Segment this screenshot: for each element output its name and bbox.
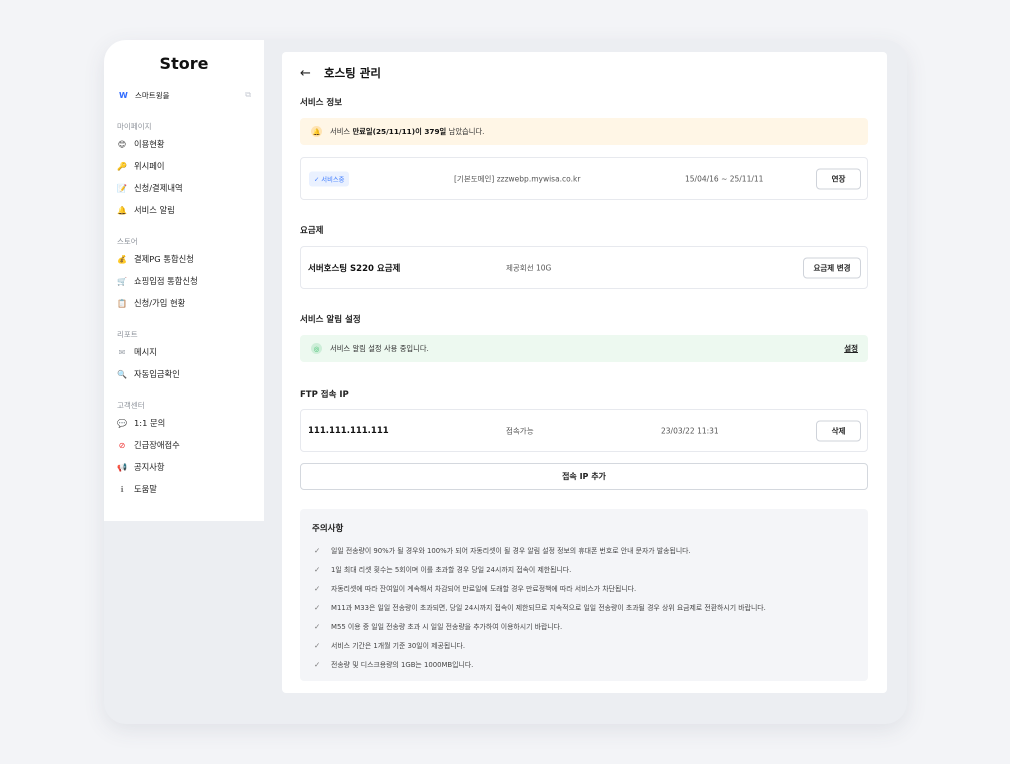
sidebar-item-label: 이용현황 <box>134 139 165 149</box>
add-ip-button[interactable]: 접속 IP 추가 <box>300 463 868 490</box>
sidebar-item-label: 도움말 <box>134 484 157 494</box>
section-store: 스토어 <box>117 237 138 246</box>
note-item: ✓ 전송량 및 디스크용량의 1GB는 1000MB입니다. <box>314 659 474 670</box>
sidebar-item-shopping-apply[interactable]: 🛒 쇼핑입점 통합신청 <box>117 274 198 288</box>
notes-title: 주의사항 <box>312 524 344 534</box>
check-icon: ✓ <box>314 583 321 593</box>
key-icon: 🔑 <box>117 161 127 171</box>
plan-line: 제공회선 10G <box>506 263 552 272</box>
app-window: Store W 스마트윙을 ⧉ 마이페이지 😊 이용현황 🔑 위시페이 📝 신청… <box>104 40 907 724</box>
sidebar-item-auto-deposit[interactable]: 🔍 자동입금확인 <box>117 367 180 381</box>
external-link-icon: ⧉ <box>245 90 251 99</box>
ftp-status: 접속가능 <box>506 426 534 435</box>
sidebar-item-label: 신청/가입 현황 <box>134 298 186 308</box>
delete-ip-button[interactable]: 삭제 <box>816 420 861 441</box>
smartwing-icon: W <box>119 90 128 100</box>
back-arrow-icon[interactable]: ← <box>300 66 318 81</box>
sidebar-item-orders[interactable]: 📝 신청/결제내역 <box>117 181 183 195</box>
service-status-row: ✓ 서비스중 [기본도메인] zzzwebp.mywisa.co.kr 15/0… <box>300 157 868 200</box>
store-logo: Store <box>159 54 209 73</box>
prohibited-icon: ⊘ <box>118 440 126 450</box>
ftp-date: 23/03/22 11:31 <box>661 426 719 435</box>
note-item: ✓ M11과 M33은 일일 전송량이 초과되면, 당일 24시까지 접속이 제한… <box>314 602 766 613</box>
expiry-text: 서비스 만료일(25/11/11)이 379일 남았습니다. <box>330 126 485 136</box>
sidebar-item-label: 결제PG 통합신청 <box>134 254 194 264</box>
alert-settings-banner: ◎ 서비스 알림 설정 사용 중입니다. 설정 <box>300 335 868 362</box>
domain-text: [기본도메인] zzzwebp.mywisa.co.kr <box>454 174 581 183</box>
alert-settings-title: 서비스 알림 설정 <box>300 315 361 325</box>
sidebar-item-usage[interactable]: 😊 이용현황 <box>117 137 165 151</box>
check-icon: ✓ <box>314 602 321 612</box>
section-report: 리포트 <box>117 330 138 339</box>
sidebar-item-label: 자동입금확인 <box>134 369 180 379</box>
plan-name: 서버호스팅 S220 요금제 <box>308 263 401 274</box>
sidebar-item-emergency[interactable]: ⊘ 긴급장애접수 <box>117 438 180 452</box>
memo-icon: 📝 <box>117 183 127 193</box>
check-circle-icon: ◎ <box>311 343 322 354</box>
ftp-ip-row: 111.111.111.111 접속가능 23/03/22 11:31 삭제 <box>300 409 868 452</box>
sidebar-item-signup-status[interactable]: 📋 신청/가입 현황 <box>117 296 185 310</box>
status-badge: ✓ 서비스중 <box>309 171 350 186</box>
check-icon: ✓ <box>314 545 321 555</box>
section-mypage: 마이페이지 <box>117 122 152 131</box>
sidebar-item-label: 1:1 문의 <box>134 418 166 428</box>
hosting-management-panel: ← 호스팅 관리 서비스 정보 🔔 서비스 만료일(25/11/11)이 379… <box>282 52 887 693</box>
sidebar-item-pg-apply[interactable]: 💰 결제PG 통합신청 <box>117 252 194 266</box>
sidebar-item-notices[interactable]: 📢 공지사항 <box>117 460 165 474</box>
info-icon: ℹ <box>120 484 124 494</box>
settings-link[interactable]: 설정 <box>844 343 858 354</box>
check-icon: ✓ <box>314 564 321 574</box>
sidebar-item-label: 위시페이 <box>134 161 165 171</box>
sidebar-item-label: 서비스 알림 <box>134 205 175 215</box>
alert-settings-text: 서비스 알림 설정 사용 중입니다. <box>330 343 429 353</box>
sidebar-item-label: 메시지 <box>134 347 157 357</box>
service-info-title: 서비스 정보 <box>300 98 343 108</box>
note-item: ✓ 서비스 기간은 1개월 기준 30일이 제공됩니다. <box>314 640 466 651</box>
sidebar-item-label: 공지사항 <box>134 462 165 472</box>
note-item: ✓ 일일 전송량이 90%가 될 경우와 100%가 되어 자동리셋이 될 경우 … <box>314 545 691 556</box>
sidebar-item-service-alerts[interactable]: 🔔 서비스 알림 <box>117 203 175 217</box>
plan-title: 요금제 <box>300 226 324 236</box>
sidebar-item-messages[interactable]: ✉ 메시지 <box>117 345 157 359</box>
ftp-title: FTP 접속 IP <box>300 390 349 400</box>
note-item: ✓ 1일 최대 리셋 횟수는 5회이며 이를 초과할 경우 당일 24시까지 접속… <box>314 564 572 575</box>
change-plan-button[interactable]: 요금제 변경 <box>803 257 861 278</box>
note-item: ✓ 자동리셋에 따라 잔여일이 계속해서 차감되어 만료일에 도래할 경우 만료정… <box>314 583 637 594</box>
sidebar: Store W 스마트윙을 ⧉ 마이페이지 😊 이용현황 🔑 위시페이 📝 신청… <box>104 40 264 521</box>
sidebar-item-inquiry[interactable]: 💬 1:1 문의 <box>117 416 165 430</box>
chat-icon: 💬 <box>117 418 127 428</box>
smartwing-link[interactable]: W 스마트윙을 ⧉ <box>119 88 251 102</box>
note-item: ✓ M55 이용 중 일일 전송량 초과 시 일일 전송량을 추가하여 이용하시기… <box>314 621 563 632</box>
envelope-icon: ✉ <box>118 347 126 357</box>
check-icon: ✓ <box>314 640 321 650</box>
sidebar-item-label: 신청/결제내역 <box>134 183 183 193</box>
service-period: 15/04/16 ~ 25/11/11 <box>685 174 764 183</box>
ftp-ip: 111.111.111.111 <box>308 425 389 436</box>
check-icon: ✓ <box>314 659 321 669</box>
smile-icon: 😊 <box>117 139 127 149</box>
sidebar-item-label: 긴급장애접수 <box>134 440 180 450</box>
magnifier-icon: 🔍 <box>117 369 127 379</box>
clipboard-icon: 📋 <box>117 298 127 308</box>
money-bag-icon: 💰 <box>117 254 127 264</box>
sidebar-item-wishpay[interactable]: 🔑 위시페이 <box>117 159 165 173</box>
extend-button[interactable]: 연장 <box>816 168 861 189</box>
bell-icon: 🔔 <box>117 205 127 215</box>
page-header: ← 호스팅 관리 <box>300 65 381 81</box>
bell-icon: 🔔 <box>311 126 322 137</box>
sidebar-item-label: 쇼핑입점 통합신청 <box>134 276 198 286</box>
cart-icon: 🛒 <box>117 276 127 286</box>
expiry-banner: 🔔 서비스 만료일(25/11/11)이 379일 남았습니다. <box>300 118 868 145</box>
megaphone-icon: 📢 <box>117 462 127 472</box>
notes-box: 주의사항 ✓ 일일 전송량이 90%가 될 경우와 100%가 되어 자동리셋이 … <box>300 509 868 681</box>
page-title: 호스팅 관리 <box>324 66 381 80</box>
plan-row: 서버호스팅 S220 요금제 제공회선 10G 요금제 변경 <box>300 246 868 289</box>
check-icon: ✓ <box>314 621 321 631</box>
section-support: 고객센터 <box>117 401 145 410</box>
sidebar-item-help[interactable]: ℹ 도움말 <box>117 482 157 496</box>
smartwing-label: 스마트윙을 <box>135 90 170 100</box>
